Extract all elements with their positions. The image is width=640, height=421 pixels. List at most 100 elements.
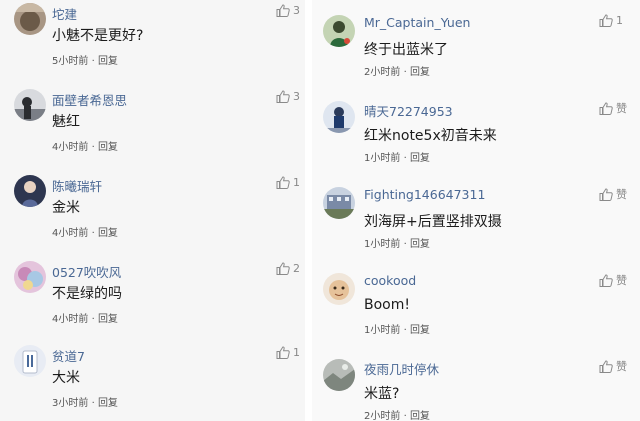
thumbs-up-icon	[276, 346, 290, 359]
comment-time: 4小时前	[52, 228, 89, 239]
avatar[interactable]	[323, 359, 355, 391]
comment-meta: 2小时前 · 回复	[364, 63, 430, 78]
comment-item: 晴天72274953 赞 红米note5x初音未来 1小时前 · 回复	[312, 86, 640, 172]
comment-username[interactable]: Mr_Captain_Yuen	[364, 15, 470, 30]
avatar[interactable]	[14, 261, 46, 293]
comment-item: Fighting146647311 赞 刘海屏+后置竖排双摄 1小时前 · 回复	[312, 172, 640, 258]
comment-username[interactable]: Fighting146647311	[364, 187, 485, 202]
meta-separator: ·	[403, 239, 407, 250]
like-count: 赞	[616, 102, 627, 115]
comment-item: 面壁者希恩思 3 魅红 4小时前 · 回复	[0, 86, 305, 172]
thumbs-up-icon	[599, 273, 613, 287]
reply-link[interactable]: 回复	[98, 142, 118, 153]
comment-item: Mr_Captain_Yuen 1 终于出蓝米了 2小时前 · 回复	[312, 0, 640, 86]
thumbs-up-icon	[599, 187, 613, 201]
comment-time: 3小时前	[52, 398, 89, 409]
comment-panel-right: Mr_Captain_Yuen 1 终于出蓝米了 2小时前 · 回复 晴天722…	[312, 0, 640, 421]
comment-meta: 4小时前 · 回复	[52, 310, 118, 325]
comment-text: 终于出蓝米了	[364, 42, 448, 58]
meta-separator: ·	[91, 398, 95, 409]
reply-link[interactable]: 回复	[98, 228, 118, 239]
reply-link[interactable]: 回复	[410, 325, 430, 336]
panel-divider	[305, 0, 312, 421]
like-button[interactable]: 1	[276, 176, 300, 189]
like-button[interactable]: 赞	[599, 272, 627, 288]
like-count: 赞	[616, 274, 627, 287]
avatar[interactable]	[14, 89, 46, 121]
avatar[interactable]	[14, 3, 46, 35]
comment-time: 4小时前	[52, 314, 89, 325]
comment-text: 不是绿的吗	[52, 286, 122, 302]
comment-meta: 2小时前 · 回复	[364, 407, 430, 421]
thumbs-up-icon	[276, 4, 290, 17]
reply-link[interactable]: 回复	[410, 239, 430, 250]
comment-time: 1小时前	[364, 239, 401, 250]
reply-link[interactable]: 回复	[98, 56, 118, 67]
comment-text: 金米	[52, 200, 80, 216]
like-button[interactable]: 1	[599, 14, 623, 27]
like-button[interactable]: 2	[276, 262, 300, 275]
comment-text: 刘海屏+后置竖排双摄	[364, 214, 502, 230]
reply-link[interactable]: 回复	[410, 411, 430, 421]
comment-time: 1小时前	[364, 153, 401, 164]
comment-username[interactable]: 坨建	[52, 4, 77, 23]
thumbs-up-icon	[276, 262, 290, 275]
avatar[interactable]	[323, 15, 355, 47]
meta-separator: ·	[403, 411, 407, 421]
comment-meta: 4小时前 · 回复	[52, 224, 118, 239]
comment-meta: 3小时前 · 回复	[52, 394, 118, 409]
like-button[interactable]: 赞	[599, 100, 627, 116]
reply-link[interactable]: 回复	[410, 153, 430, 164]
comment-item: 贫道7 1 大米 3小时前 · 回复	[0, 342, 305, 421]
thumbs-up-icon	[599, 101, 613, 115]
avatar[interactable]	[323, 273, 355, 305]
like-count: 3	[293, 90, 300, 103]
comment-item: 陈曦瑞轩 1 金米 4小时前 · 回复	[0, 172, 305, 258]
like-count: 2	[293, 262, 300, 275]
thumbs-up-icon	[276, 176, 290, 189]
like-count: 3	[293, 4, 300, 17]
avatar[interactable]	[323, 101, 355, 133]
comment-meta: 1小时前 · 回复	[364, 321, 430, 336]
comment-text: Boom!	[364, 297, 410, 313]
comment-item: 坨建 3 小魅不是更好? 5小时前 · 回复	[0, 0, 305, 86]
comment-time: 1小时前	[364, 325, 401, 336]
comment-item: 夜雨几时停休 赞 米蓝? 2小时前 · 回复	[312, 344, 640, 421]
like-count: 赞	[616, 360, 627, 373]
like-count: 赞	[616, 188, 627, 201]
avatar[interactable]	[14, 175, 46, 207]
comment-text: 大米	[52, 370, 80, 386]
thumbs-up-icon	[276, 90, 290, 103]
like-button[interactable]: 3	[276, 4, 300, 17]
comment-meta: 5小时前 · 回复	[52, 52, 118, 67]
like-button[interactable]: 赞	[599, 186, 627, 202]
comment-meta: 4小时前 · 回复	[52, 138, 118, 153]
avatar[interactable]	[323, 187, 355, 219]
comment-username[interactable]: 夜雨几时停休	[364, 359, 439, 378]
meta-separator: ·	[403, 153, 407, 164]
reply-link[interactable]: 回复	[410, 67, 430, 78]
comment-username[interactable]: 陈曦瑞轩	[52, 176, 102, 195]
like-button[interactable]: 赞	[599, 358, 627, 374]
comment-text: 魅红	[52, 114, 80, 130]
comment-username[interactable]: 面壁者希恩思	[52, 90, 127, 109]
meta-separator: ·	[91, 314, 95, 325]
avatar[interactable]	[14, 345, 46, 377]
like-button[interactable]: 1	[276, 346, 300, 359]
comment-meta: 1小时前 · 回复	[364, 235, 430, 250]
comment-username[interactable]: cookood	[364, 273, 416, 288]
reply-link[interactable]: 回复	[98, 398, 118, 409]
like-button[interactable]: 3	[276, 90, 300, 103]
reply-link[interactable]: 回复	[98, 314, 118, 325]
comment-username[interactable]: 晴天72274953	[364, 101, 453, 120]
thumbs-up-icon	[599, 14, 613, 27]
comment-item: 0527吹吹风 2 不是绿的吗 4小时前 · 回复	[0, 258, 305, 344]
meta-separator: ·	[91, 228, 95, 239]
thumbs-up-icon	[599, 359, 613, 373]
comment-username[interactable]: 贫道7	[52, 346, 85, 365]
comment-username[interactable]: 0527吹吹风	[52, 262, 121, 281]
comment-time: 2小时前	[364, 411, 401, 421]
comment-item: cookood 赞 Boom! 1小时前 · 回复	[312, 258, 640, 344]
meta-separator: ·	[403, 67, 407, 78]
meta-separator: ·	[403, 325, 407, 336]
